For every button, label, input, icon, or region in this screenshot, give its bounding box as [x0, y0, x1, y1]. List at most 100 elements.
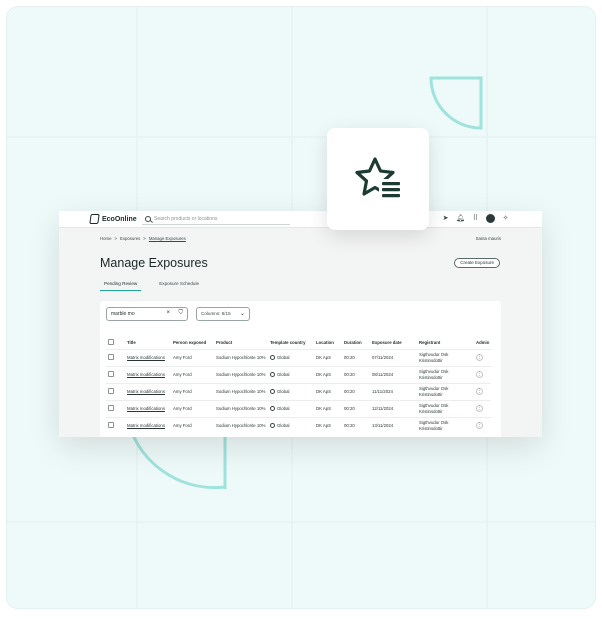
logo-mark-icon — [89, 214, 100, 224]
date-cell: 13/11/2024 — [370, 416, 417, 434]
country-cell: Global — [268, 365, 314, 383]
tab-pending-review[interactable]: Pending Review — [100, 281, 142, 291]
title-link[interactable]: Matrix modifications — [125, 348, 171, 366]
breadcrumb-separator: > — [114, 236, 117, 241]
date-cell: 08/11/2024 — [370, 365, 417, 383]
send-icon[interactable]: ➤ — [441, 214, 450, 223]
col-header[interactable]: Exposure date — [370, 337, 417, 349]
title-link[interactable]: Matrix modifications — [125, 416, 171, 434]
person-cell: Amy Ford — [171, 416, 214, 434]
col-header[interactable]: Title — [125, 337, 171, 349]
filter-input[interactable]: marble mo × ⛉ — [106, 307, 188, 321]
exposures-panel: marble mo × ⛉ Columns: 8/15 ⌄ Title Pers… — [100, 301, 501, 437]
search-input[interactable]: Search products or locations — [142, 214, 290, 225]
globe-icon — [270, 389, 275, 395]
duration-cell: 00:20 — [342, 399, 370, 417]
row-checkbox[interactable] — [108, 422, 114, 428]
product-cell: Sodium Hypochlorite 10% — [214, 365, 268, 383]
feature-icon-card — [327, 128, 429, 230]
globe-icon — [270, 406, 275, 412]
col-header[interactable]: Admin — [474, 337, 491, 349]
location-cell: DK ApS — [314, 382, 342, 400]
col-header[interactable]: Registrant — [417, 337, 474, 349]
columns-select[interactable]: Columns: 8/15 ⌄ — [196, 307, 250, 321]
location-cell: DK ApS — [314, 365, 342, 383]
title-link[interactable]: Matrix modifications — [125, 365, 171, 383]
create-exposure-button[interactable]: Create Exposure — [454, 258, 500, 268]
table-row[interactable]: Matrix modifications Amy Ford Sodium Hyp… — [106, 399, 492, 417]
product-cell: Sodium Hypochlorite 10% — [214, 416, 268, 434]
more-options-icon[interactable]: ⋮ — [476, 354, 483, 361]
col-header[interactable]: Product — [214, 337, 268, 349]
person-cell: Amy Ford — [171, 399, 214, 417]
col-header[interactable]: Duration — [342, 337, 370, 349]
title-link[interactable]: Matrix modifications — [125, 382, 171, 400]
country-cell: Global — [268, 382, 314, 400]
row-checkbox[interactable] — [108, 353, 114, 360]
duration-cell: 00:20 — [342, 382, 370, 400]
breadcrumb-current[interactable]: Manage Exposures — [149, 236, 186, 241]
search-icon — [145, 216, 151, 222]
row-checkbox[interactable] — [108, 404, 114, 411]
globe-icon — [270, 423, 275, 429]
table-row[interactable]: Matrix modifications Amy Ford Sodium Hyp… — [106, 382, 492, 400]
breadcrumb-exposures[interactable]: Exposures — [120, 236, 140, 241]
more-options-icon[interactable]: ⋮ — [476, 388, 483, 395]
date-cell: 11/11/2024 — [370, 382, 417, 400]
title-link[interactable]: Matrix modifications — [125, 399, 171, 417]
more-options-icon[interactable]: ⋮ — [476, 371, 483, 378]
table-row[interactable]: Matrix modifications Amy Ford Sodium Hyp… — [106, 365, 492, 383]
location-cell: DK ApS — [314, 416, 342, 434]
duration-cell: 00:20 — [342, 365, 370, 383]
country-cell: Global — [268, 348, 314, 366]
table-header-row: Title Person exposed Product Template co… — [106, 337, 491, 349]
date-cell: 12/11/2024 — [370, 399, 417, 417]
apps-grid-icon[interactable]: ⠿ — [471, 214, 480, 223]
country-cell: Global — [268, 416, 314, 434]
columns-label: Columns: 8/15 — [201, 311, 231, 316]
product-cell: Sodium Hypochlorite 10% — [214, 382, 268, 400]
person-cell: Amy Ford — [171, 382, 214, 400]
person-cell: Amy Ford — [171, 365, 214, 383]
duration-cell: 00:20 — [342, 348, 370, 366]
more-options-icon[interactable]: ⋮ — [476, 405, 483, 412]
breadcrumb-home[interactable]: Home — [100, 236, 111, 241]
row-checkbox[interactable] — [108, 387, 114, 394]
registrant-cell: Sigthvudur Osk Kristinsdottir — [417, 416, 474, 434]
row-checkbox[interactable] — [108, 370, 114, 377]
star-list-icon — [355, 157, 401, 202]
registrant-cell: Sigthvudur Osk Kristinsdottir — [417, 382, 474, 400]
date-cell: 07/11/2024 — [370, 348, 417, 366]
tab-exposure-schedule[interactable]: Exposure Schedule — [155, 281, 203, 291]
select-all-checkbox[interactable] — [108, 339, 114, 346]
col-header[interactable]: Location — [314, 337, 342, 349]
person-cell: Amy Ford — [171, 348, 214, 366]
more-options-icon[interactable]: ⋮ — [476, 422, 483, 430]
table-row[interactable]: Matrix modifications Amy Ford Sodium Hyp… — [106, 348, 492, 366]
app-screenshot: EcoOnline Search products or locations ➤… — [59, 211, 542, 437]
product-cell: Sodium Hypochlorite 10% — [214, 348, 268, 366]
col-header[interactable]: Template country — [268, 337, 314, 349]
search-placeholder: Search products or locations — [154, 216, 218, 222]
sparkle-icon[interactable]: ✧ — [501, 214, 510, 223]
avatar[interactable] — [486, 214, 495, 223]
breadcrumb: Home > Exposures > Manage Exposures — [100, 236, 186, 241]
location-cell: DK ApS — [314, 399, 342, 417]
product-cell: Sodium Hypochlorite 10% — [214, 399, 268, 417]
clear-icon[interactable]: × — [166, 310, 170, 316]
logo-text: EcoOnline — [102, 215, 137, 223]
globe-icon — [270, 355, 275, 361]
tab-bar: Pending Review Exposure Schedule — [100, 281, 203, 291]
table-row[interactable]: Matrix modifications Amy Ford Sodium Hyp… — [106, 416, 492, 434]
breadcrumb-separator: > — [143, 236, 146, 241]
globe-icon — [270, 372, 275, 378]
registrant-cell: Sigthvudur Osk Kristinsdottir — [417, 365, 474, 383]
col-header[interactable]: Person exposed — [171, 337, 214, 349]
filter-icon[interactable]: ⛉ — [178, 310, 183, 317]
logo[interactable]: EcoOnline — [89, 214, 137, 224]
page-title: Manage Exposures — [100, 256, 208, 270]
bell-icon[interactable]: 🔔︎ — [456, 214, 465, 223]
country-cell: Global — [268, 399, 314, 417]
user-name[interactable]: Santa mauris — [476, 236, 501, 241]
filter-value: marble mo — [111, 311, 135, 317]
